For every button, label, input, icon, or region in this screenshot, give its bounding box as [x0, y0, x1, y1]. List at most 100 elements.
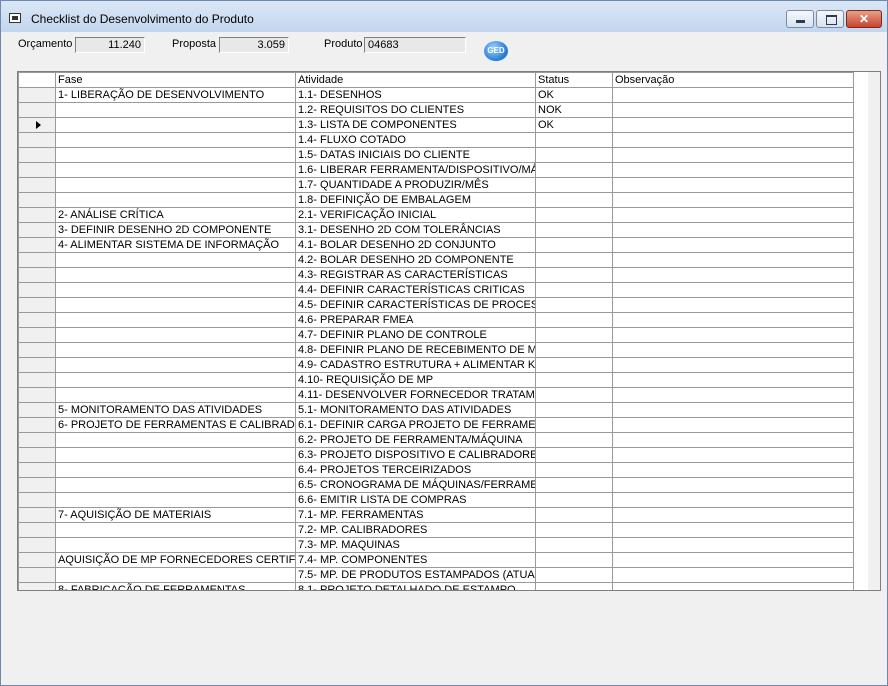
- cell-fase[interactable]: 2- ANÁLISE CRÍTICA: [55, 207, 296, 223]
- cell-fase[interactable]: [55, 312, 296, 328]
- cell-atividade[interactable]: 4.2- BOLAR DESENHO 2D COMPONENTE: [295, 252, 536, 268]
- cell-status[interactable]: [535, 477, 613, 493]
- cell-status[interactable]: [535, 582, 613, 590]
- checklist-grid[interactable]: Fase Atividade Status Observação 1- LIBE…: [17, 71, 881, 591]
- cell-status[interactable]: [535, 417, 613, 433]
- row-indicator[interactable]: [18, 582, 56, 590]
- cell-atividade[interactable]: 7.3- MP. MAQUINAS: [295, 537, 536, 553]
- table-row[interactable]: 4.2- BOLAR DESENHO 2D COMPONENTE: [18, 252, 854, 268]
- cell-status[interactable]: [535, 222, 613, 238]
- cell-fase[interactable]: 6- PROJETO DE FERRAMENTAS E CALIBRADO: [55, 417, 296, 433]
- table-row[interactable]: 1- LIBERAÇÃO DE DESENVOLVIMENTO 1.1- DESE…: [18, 87, 854, 103]
- cell-status[interactable]: OK: [535, 117, 613, 133]
- table-row[interactable]: 6.2- PROJETO DE FERRAMENTA/MÁQUINA: [18, 432, 854, 448]
- cell-status[interactable]: [535, 312, 613, 328]
- cell-atividade[interactable]: 1.1- DESENHOS: [295, 87, 536, 103]
- cell-observacao[interactable]: [612, 552, 854, 568]
- cell-fase[interactable]: [55, 522, 296, 538]
- row-indicator[interactable]: [18, 102, 56, 118]
- row-indicator[interactable]: [18, 552, 56, 568]
- cell-atividade[interactable]: 7.1- MP. FERRAMENTAS: [295, 507, 536, 523]
- cell-observacao[interactable]: [612, 207, 854, 223]
- row-indicator[interactable]: [18, 312, 56, 328]
- cell-fase[interactable]: [55, 297, 296, 313]
- cell-observacao[interactable]: [612, 477, 854, 493]
- cell-status[interactable]: [535, 282, 613, 298]
- table-row[interactable]: 4.8- DEFINIR PLANO DE RECEBIMENTO DE M: [18, 342, 854, 358]
- cell-status[interactable]: [535, 447, 613, 463]
- cell-fase[interactable]: [55, 192, 296, 208]
- cell-atividade[interactable]: 4.9- CADASTRO ESTRUTURA + ALIMENTAR K: [295, 357, 536, 373]
- cell-observacao[interactable]: [612, 237, 854, 253]
- cell-status[interactable]: [535, 327, 613, 343]
- cell-fase[interactable]: [55, 492, 296, 508]
- cell-fase[interactable]: [55, 282, 296, 298]
- row-indicator[interactable]: [18, 207, 56, 223]
- cell-fase[interactable]: 8- FABRICAÇÃO DE FERRAMENTAS: [55, 582, 296, 590]
- row-indicator[interactable]: [18, 507, 56, 523]
- table-row[interactable]: 4.6- PREPARAR FMEA: [18, 312, 854, 328]
- cell-fase[interactable]: AQUISIÇÃO DE MP FORNECEDORES CERTIFIC: [55, 552, 296, 568]
- table-row[interactable]: 1.6- LIBERAR FERRAMENTA/DISPOSITIVO/MÁ: [18, 162, 854, 178]
- cell-observacao[interactable]: [612, 447, 854, 463]
- row-indicator[interactable]: [18, 327, 56, 343]
- cell-observacao[interactable]: [612, 147, 854, 163]
- row-indicator[interactable]: [18, 372, 56, 388]
- cell-observacao[interactable]: [612, 312, 854, 328]
- cell-observacao[interactable]: [612, 492, 854, 508]
- cell-status[interactable]: [535, 552, 613, 568]
- cell-fase[interactable]: 1- LIBERAÇÃO DE DESENVOLVIMENTO: [55, 87, 296, 103]
- cell-fase[interactable]: 4- ALIMENTAR SISTEMA DE INFORMAÇÃO: [55, 237, 296, 253]
- table-row[interactable]: 1.8- DEFINIÇÃO DE EMBALAGEM: [18, 192, 854, 208]
- cell-atividade[interactable]: 4.3- REGISTRAR AS CARACTERÍSTICAS: [295, 267, 536, 283]
- cell-observacao[interactable]: [612, 297, 854, 313]
- table-row[interactable]: 6.5- CRONOGRAMA DE MÁQUINAS/FERRAME: [18, 477, 854, 493]
- cell-status[interactable]: [535, 492, 613, 508]
- cell-fase[interactable]: [55, 387, 296, 403]
- row-indicator[interactable]: [18, 417, 56, 433]
- row-indicator[interactable]: [18, 237, 56, 253]
- row-indicator[interactable]: [18, 87, 56, 103]
- cell-observacao[interactable]: [612, 342, 854, 358]
- cell-fase[interactable]: [55, 132, 296, 148]
- table-row[interactable]: 6.4- PROJETOS TERCEIRIZADOS: [18, 462, 854, 478]
- table-row[interactable]: 5- MONITORAMENTO DAS ATIVIDADES 5.1- MONI…: [18, 402, 854, 418]
- cell-observacao[interactable]: [612, 372, 854, 388]
- cell-observacao[interactable]: [612, 87, 854, 103]
- cell-observacao[interactable]: [612, 327, 854, 343]
- row-indicator[interactable]: [18, 402, 56, 418]
- cell-atividade[interactable]: 3.1- DESENHO 2D COM TOLERÂNCIAS: [295, 222, 536, 238]
- cell-status[interactable]: [535, 207, 613, 223]
- cell-observacao[interactable]: [612, 282, 854, 298]
- cell-atividade[interactable]: 4.5- DEFINIR CARACTERÍSTICAS DE PROCESS: [295, 297, 536, 313]
- cell-fase[interactable]: [55, 372, 296, 388]
- table-row[interactable]: 3- DEFINIR DESENHO 2D COMPONENTE 3.1- DES…: [18, 222, 854, 238]
- cell-atividade[interactable]: 6.3- PROJETO DISPOSITIVO E CALIBRADORES: [295, 447, 536, 463]
- cell-atividade[interactable]: 6.1- DEFINIR CARGA PROJETO DE FERRAMEN: [295, 417, 536, 433]
- table-row[interactable]: 4- ALIMENTAR SISTEMA DE INFORMAÇÃO 4.1- B…: [18, 237, 854, 253]
- cell-status[interactable]: NOK: [535, 102, 613, 118]
- table-row[interactable]: AQUISIÇÃO DE MP FORNECEDORES CERTIFIC 7.4…: [18, 552, 854, 568]
- table-row[interactable]: 8- FABRICAÇÃO DE FERRAMENTAS 8.1- PROJETO…: [18, 582, 854, 590]
- cell-atividade[interactable]: 4.1- BOLAR DESENHO 2D CONJUNTO: [295, 237, 536, 253]
- cell-observacao[interactable]: [612, 582, 854, 590]
- table-row[interactable]: 1.7- QUANTIDADE A PRODUZIR/MÊS: [18, 177, 854, 193]
- orcamento-field[interactable]: 11.240: [75, 37, 145, 53]
- cell-fase[interactable]: [55, 267, 296, 283]
- cell-atividade[interactable]: 1.5- DATAS INICIAIS DO CLIENTE: [295, 147, 536, 163]
- cell-atividade[interactable]: 4.7- DEFINIR PLANO DE CONTROLE: [295, 327, 536, 343]
- cell-atividade[interactable]: 6.2- PROJETO DE FERRAMENTA/MÁQUINA: [295, 432, 536, 448]
- cell-observacao[interactable]: [612, 162, 854, 178]
- table-row[interactable]: 1.5- DATAS INICIAIS DO CLIENTE: [18, 147, 854, 163]
- cell-atividade[interactable]: 7.4- MP. COMPONENTES: [295, 552, 536, 568]
- ged-button[interactable]: GED: [484, 41, 508, 61]
- cell-atividade[interactable]: 1.2- REQUISITOS DO CLIENTES: [295, 102, 536, 118]
- cell-fase[interactable]: [55, 477, 296, 493]
- cell-observacao[interactable]: [612, 117, 854, 133]
- table-row[interactable]: 4.3- REGISTRAR AS CARACTERÍSTICAS: [18, 267, 854, 283]
- table-row[interactable]: 2- ANÁLISE CRÍTICA 2.1- VERIFICAÇÃO INICI…: [18, 207, 854, 223]
- cell-observacao[interactable]: [612, 222, 854, 238]
- close-button[interactable]: ✕: [846, 10, 882, 28]
- cell-observacao[interactable]: [612, 507, 854, 523]
- cell-atividade[interactable]: 1.4- FLUXO COTADO: [295, 132, 536, 148]
